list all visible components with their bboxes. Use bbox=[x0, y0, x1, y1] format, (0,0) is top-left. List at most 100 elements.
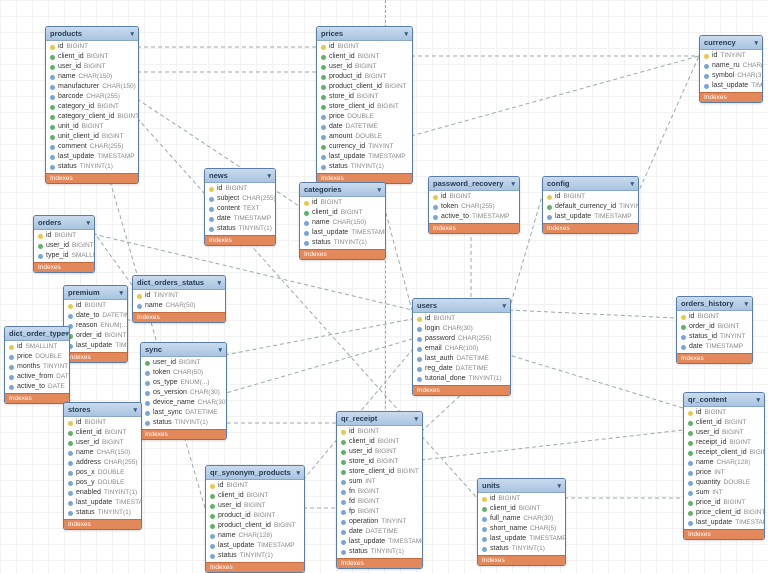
column-row[interactable]: fnBIGINT bbox=[337, 487, 422, 497]
column-row[interactable]: receipt_client_idBIGINT bbox=[684, 448, 764, 458]
column-row[interactable]: idBIGINT bbox=[64, 301, 127, 311]
column-row[interactable]: os_versionCHAR(30) bbox=[141, 388, 226, 398]
column-row[interactable]: last_updateTIMESTAMP bbox=[46, 152, 138, 162]
column-row[interactable]: user_idBIGINT bbox=[141, 358, 226, 368]
entity-orders[interactable]: orders▾idBIGINTuser_idBIGINTtype_idSMALL… bbox=[33, 215, 95, 273]
column-row[interactable]: user_idBIGINT bbox=[337, 447, 422, 457]
column-row[interactable]: order_idBIGINT bbox=[677, 322, 752, 332]
column-row[interactable]: client_idBIGINT bbox=[478, 504, 565, 514]
column-row[interactable]: idBIGINT bbox=[46, 42, 138, 52]
column-row[interactable]: last_updateTIMESTAMP bbox=[543, 212, 638, 222]
collapse-icon[interactable]: ▾ bbox=[744, 300, 748, 308]
column-row[interactable]: idBIGINT bbox=[205, 184, 275, 194]
column-row[interactable]: emailCHAR(100) bbox=[413, 344, 510, 354]
entity-header[interactable]: orders▾ bbox=[34, 216, 94, 230]
entity-header[interactable]: categories▾ bbox=[300, 183, 385, 197]
column-row[interactable]: last_updateTIMESTAMP bbox=[300, 228, 385, 238]
column-row[interactable]: statusTINYINT(1) bbox=[300, 238, 385, 248]
collapse-icon[interactable]: ▾ bbox=[133, 406, 137, 414]
column-row[interactable]: reg_dateDATETIME bbox=[413, 364, 510, 374]
collapse-icon[interactable]: ▾ bbox=[130, 30, 134, 38]
column-row[interactable]: passwordCHAR(255) bbox=[413, 334, 510, 344]
column-row[interactable]: statusTINYINT(1) bbox=[46, 162, 138, 172]
column-row[interactable]: fdBIGINT bbox=[337, 497, 422, 507]
column-row[interactable]: store_client_idBIGINT bbox=[317, 102, 412, 112]
entity-qr_receipt[interactable]: qr_receipt▾idBIGINTclient_idBIGINTuser_i… bbox=[336, 411, 423, 569]
column-row[interactable]: product_client_idBIGINT bbox=[317, 82, 412, 92]
column-row[interactable]: user_idBIGINT bbox=[206, 501, 304, 511]
entity-footer-indexes[interactable]: Indexes bbox=[205, 235, 275, 245]
column-row[interactable]: statusTINYINT(1) bbox=[206, 551, 304, 561]
column-row[interactable]: last_updateTIMESTAMP bbox=[478, 534, 565, 544]
collapse-icon[interactable]: ▾ bbox=[86, 219, 90, 227]
column-row[interactable]: unit_client_idBIGINT bbox=[46, 132, 138, 142]
column-row[interactable]: last_updateTIMESTAMP bbox=[206, 541, 304, 551]
column-row[interactable]: client_idBIGINT bbox=[206, 491, 304, 501]
column-row[interactable]: loginCHAR(30) bbox=[413, 324, 510, 334]
entity-header[interactable]: qr_receipt▾ bbox=[337, 412, 422, 426]
column-row[interactable]: nameCHAR(50) bbox=[133, 301, 225, 311]
entity-qr_synonym_products[interactable]: qr_synonym_products▾idBIGINTclient_idBIG… bbox=[205, 465, 305, 573]
collapse-icon[interactable]: ▾ bbox=[296, 469, 300, 477]
column-row[interactable]: idBIGINT bbox=[317, 42, 412, 52]
entity-header[interactable]: orders_history▾ bbox=[677, 297, 752, 311]
column-row[interactable]: client_idBIGINT bbox=[317, 52, 412, 62]
column-row[interactable]: statusTINYINT(1) bbox=[337, 547, 422, 557]
column-row[interactable]: active_toDATE bbox=[5, 382, 69, 392]
column-row[interactable]: idBIGINT bbox=[206, 481, 304, 491]
collapse-icon[interactable]: ▾ bbox=[377, 186, 381, 194]
column-row[interactable]: last_updateTIMESTAMP bbox=[317, 152, 412, 162]
column-row[interactable]: store_idBIGINT bbox=[317, 92, 412, 102]
column-row[interactable]: client_idBIGINT bbox=[684, 418, 764, 428]
column-row[interactable]: amountDOUBLE bbox=[317, 132, 412, 142]
column-row[interactable]: user_idBIGINT bbox=[64, 438, 141, 448]
entity-news[interactable]: news▾idBIGINTsubjectCHAR(255)contentTEXT… bbox=[204, 168, 276, 246]
column-row[interactable]: product_idBIGINT bbox=[206, 511, 304, 521]
column-row[interactable]: operationTINYINT bbox=[337, 517, 422, 527]
collapse-icon[interactable]: ▾ bbox=[267, 172, 271, 180]
entity-categories[interactable]: categories▾idBIGINTclient_idBIGINTnameCH… bbox=[299, 182, 386, 260]
column-row[interactable]: receipt_idBIGINT bbox=[684, 438, 764, 448]
collapse-icon[interactable]: ▾ bbox=[754, 39, 758, 47]
column-row[interactable]: pos_yDOUBLE bbox=[64, 478, 141, 488]
column-row[interactable]: nameCHAR(150) bbox=[300, 218, 385, 228]
column-row[interactable]: manufacturerCHAR(150) bbox=[46, 82, 138, 92]
entity-config[interactable]: config▾idBIGINTdefault_currency_idTINYIN… bbox=[542, 176, 639, 234]
column-row[interactable]: dateTIMESTAMP bbox=[205, 214, 275, 224]
column-row[interactable]: idBIGINT bbox=[684, 408, 764, 418]
entity-prices[interactable]: prices▾idBIGINTclient_idBIGINTuser_idBIG… bbox=[316, 26, 413, 184]
column-row[interactable]: idBIGINT bbox=[300, 198, 385, 208]
entity-footer-indexes[interactable]: Indexes bbox=[413, 385, 510, 395]
entity-currency[interactable]: currency▾idTINYINTname_ruCHAR(50)symbolC… bbox=[699, 35, 763, 103]
column-row[interactable]: last_updateTIMESTAMP bbox=[64, 498, 141, 508]
entity-footer-indexes[interactable]: Indexes bbox=[141, 429, 226, 439]
entity-header[interactable]: currency▾ bbox=[700, 36, 762, 50]
column-row[interactable]: type_idSMALLINT bbox=[34, 251, 94, 261]
column-row[interactable]: user_idBIGINT bbox=[684, 428, 764, 438]
column-row[interactable]: priceDOUBLE bbox=[317, 112, 412, 122]
entity-header[interactable]: dict_orders_status▾ bbox=[133, 276, 225, 290]
entity-products[interactable]: products▾idBIGINTclient_idBIGINTuser_idB… bbox=[45, 26, 139, 184]
column-row[interactable]: quantityDOUBLE bbox=[684, 478, 764, 488]
entity-header[interactable]: stores▾ bbox=[64, 403, 141, 417]
entity-header[interactable]: products▾ bbox=[46, 27, 138, 41]
column-row[interactable]: user_idBIGINT bbox=[34, 241, 94, 251]
column-row[interactable]: pos_xDOUBLE bbox=[64, 468, 141, 478]
collapse-icon[interactable]: ▾ bbox=[119, 289, 123, 297]
entity-footer-indexes[interactable]: Indexes bbox=[677, 353, 752, 363]
column-row[interactable]: active_toTIMESTAMP bbox=[429, 212, 519, 222]
column-row[interactable]: last_updateTIMESTAMP bbox=[337, 537, 422, 547]
column-row[interactable]: nameCHAR(150) bbox=[64, 448, 141, 458]
column-row[interactable]: unit_idBIGINT bbox=[46, 122, 138, 132]
entity-footer-indexes[interactable]: Indexes bbox=[34, 262, 94, 272]
column-row[interactable]: user_idBIGINT bbox=[46, 62, 138, 72]
entity-sync[interactable]: sync▾user_idBIGINTtokenCHAR(50)os_typeEN… bbox=[140, 342, 227, 440]
column-row[interactable]: active_fromDATE bbox=[5, 372, 69, 382]
column-row[interactable]: statusTINYINT(1) bbox=[478, 544, 565, 554]
column-row[interactable]: reasonENUM(...) bbox=[64, 321, 127, 331]
collapse-icon[interactable]: ▾ bbox=[756, 396, 760, 404]
collapse-icon[interactable]: ▾ bbox=[217, 279, 221, 287]
entity-footer-indexes[interactable]: Indexes bbox=[684, 529, 764, 539]
entity-qr_content[interactable]: qr_content▾idBIGINTclient_idBIGINTuser_i… bbox=[683, 392, 765, 540]
column-row[interactable]: client_idBIGINT bbox=[337, 437, 422, 447]
